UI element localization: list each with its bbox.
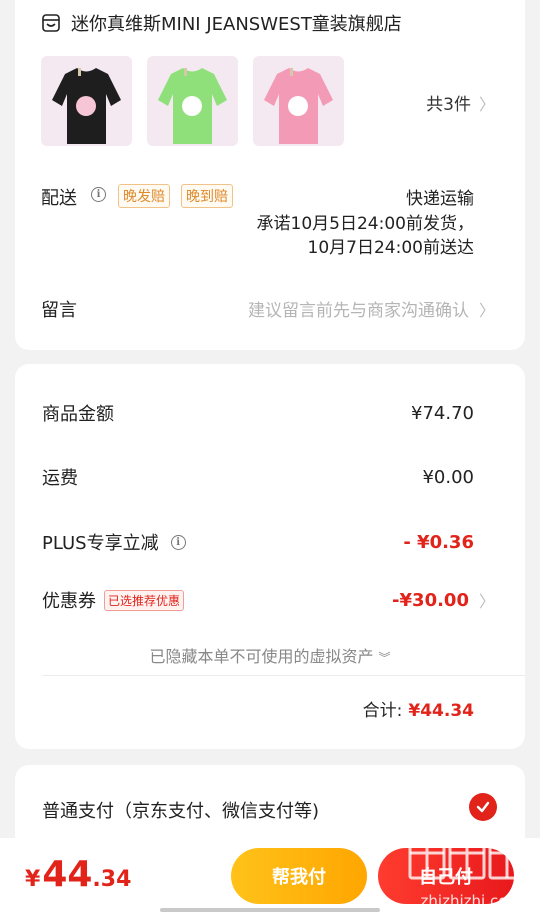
- promise-line-1: 承诺10月5日24:00前发货，: [256, 214, 474, 234]
- coupon-row[interactable]: 优惠券 已选推荐优惠 -¥30.00 〉: [42, 587, 495, 613]
- shipping-method: 快递运输: [406, 189, 474, 209]
- amount-integer: 44: [42, 854, 93, 895]
- item-count-label: 共3件: [426, 95, 471, 115]
- shipping-fee-value: ¥0.00: [422, 466, 474, 488]
- coupon-value-wrap: -¥30.00 〉: [392, 588, 495, 612]
- message-label: 留言: [41, 300, 77, 321]
- store-header[interactable]: 迷你真维斯MINI JEANSWEST童装旗舰店: [41, 10, 402, 36]
- currency-symbol: ¥: [25, 867, 41, 892]
- total-label: 合计:: [362, 701, 403, 721]
- hidden-assets-toggle[interactable]: 已隐藏本单不可使用的虚拟资产 ︾: [15, 643, 525, 667]
- product-thumb-black[interactable]: [41, 56, 132, 146]
- shipping-label: 配送: [41, 188, 77, 209]
- late-arrive-tag: 晚到赔: [181, 184, 233, 208]
- total-value: ¥44.34: [408, 701, 474, 721]
- divider: [42, 675, 525, 676]
- late-ship-tag: 晚发赔: [118, 184, 170, 208]
- product-thumb-pink[interactable]: [253, 56, 344, 146]
- home-indicator: [160, 908, 380, 912]
- message-placeholder: 建议留言前先与商家沟通确认: [247, 301, 469, 321]
- goods-amount-label: 商品金额: [42, 404, 114, 425]
- bottom-total: ¥ 44 .34: [25, 854, 131, 895]
- hidden-assets-label: 已隐藏本单不可使用的虚拟资产: [149, 647, 374, 666]
- check-icon[interactable]: [469, 793, 497, 821]
- help-pay-button[interactable]: 帮我付: [231, 848, 367, 904]
- coupon-value: -¥30.00: [392, 589, 469, 611]
- plus-discount-value: - ¥0.36: [403, 531, 474, 553]
- plus-discount-label: PLUS专享立减: [42, 533, 159, 554]
- total-row: 合计: ¥44.34: [363, 696, 474, 721]
- shirt-image: [158, 68, 227, 144]
- amount-decimal: .34: [92, 867, 132, 892]
- shirt-image: [52, 68, 121, 144]
- store-name: 迷你真维斯MINI JEANSWEST童装旗舰店: [71, 14, 402, 35]
- shipping-fee-row: 运费 ¥0.00: [42, 464, 474, 490]
- product-thumbnails[interactable]: [41, 56, 344, 146]
- coupon-label-wrap: 优惠券 已选推荐优惠: [42, 587, 185, 613]
- info-icon[interactable]: i: [170, 534, 186, 550]
- chevron-down-icon: ︾: [378, 651, 391, 665]
- plus-discount-label-wrap: PLUS专享立减 i: [42, 529, 186, 555]
- message-input[interactable]: 建议留言前先与商家沟通确认 〉: [247, 296, 495, 322]
- coupon-label: 优惠券: [42, 591, 96, 612]
- goods-amount-row: 商品金额 ¥74.70: [42, 400, 474, 426]
- shirt-image: [264, 68, 333, 144]
- product-thumb-green[interactable]: [147, 56, 238, 146]
- bottom-bar: ¥ 44 .34 帮我付 自己付: [0, 838, 540, 914]
- payment-method-label: 普通支付（京东支付、微信支付等): [42, 801, 320, 822]
- chevron-right-icon: 〉: [478, 94, 495, 114]
- info-icon[interactable]: i: [91, 187, 106, 202]
- shipping-fee-label: 运费: [42, 468, 78, 489]
- item-count[interactable]: 共3件 〉: [426, 90, 495, 116]
- price-card: 商品金额 ¥74.70 运费 ¥0.00 PLUS专享立减 i - ¥0.36 …: [15, 364, 525, 749]
- chevron-right-icon: 〉: [478, 300, 495, 320]
- store-icon: [42, 14, 60, 32]
- shipping-promise: 承诺10月5日24:00前发货， 10月7日24:00前送达: [257, 212, 474, 260]
- chevron-right-icon: 〉: [478, 592, 495, 611]
- store-card: 迷你真维斯MINI JEANSWEST童装旗舰店 共3件 〉 配送 i 晚发赔 …: [15, 0, 525, 350]
- self-pay-button[interactable]: 自己付: [378, 848, 514, 904]
- coupon-tag: 已选推荐优惠: [104, 589, 185, 611]
- promise-line-2: 10月7日24:00前送达: [307, 238, 474, 258]
- plus-discount-row: PLUS专享立减 i - ¥0.36: [42, 529, 474, 555]
- goods-amount-value: ¥74.70: [411, 402, 474, 424]
